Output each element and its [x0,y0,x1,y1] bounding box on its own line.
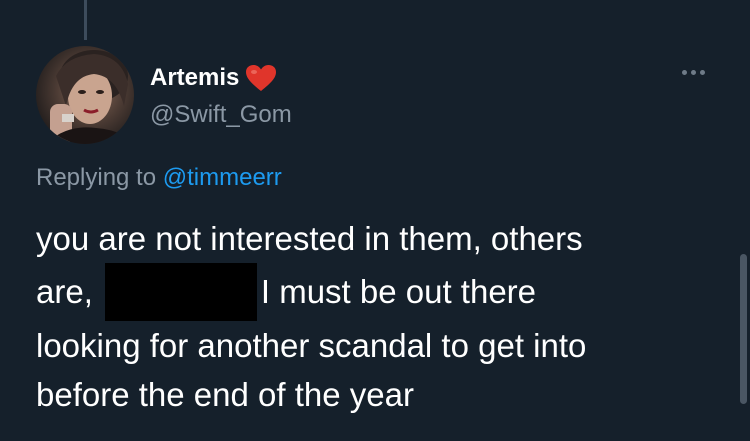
tweet-text-line: looking for another scandal to get into [36,327,587,364]
tweet-text: you are not interested in them, others a… [36,214,726,419]
thread-connector-line [84,0,87,40]
replying-prefix: Replying to [36,164,157,191]
tweet-text-line-redacted: are, I must be out there [36,263,726,321]
author-name-row[interactable]: Artemis [150,64,277,92]
replying-to-line: Replying to @timmeerr [36,163,282,193]
more-options-icon[interactable] [682,70,705,75]
red-heart-icon [245,64,277,92]
tweet-text-line: you are not interested in them, others [36,220,583,257]
tweet-text-fragment: I must be out there [260,273,537,310]
tweet-text-line: before the end of the year [36,376,414,413]
display-name[interactable]: Artemis [150,64,239,92]
avatar[interactable] [36,46,134,144]
replying-mention-link[interactable]: @timmeerr [163,164,282,191]
scrollbar[interactable] [740,254,747,404]
redaction-box [104,263,257,321]
avatar-image [46,50,134,144]
tweet-text-fragment: are, [36,273,93,310]
author-handle[interactable]: @Swift_Gom [150,101,292,129]
